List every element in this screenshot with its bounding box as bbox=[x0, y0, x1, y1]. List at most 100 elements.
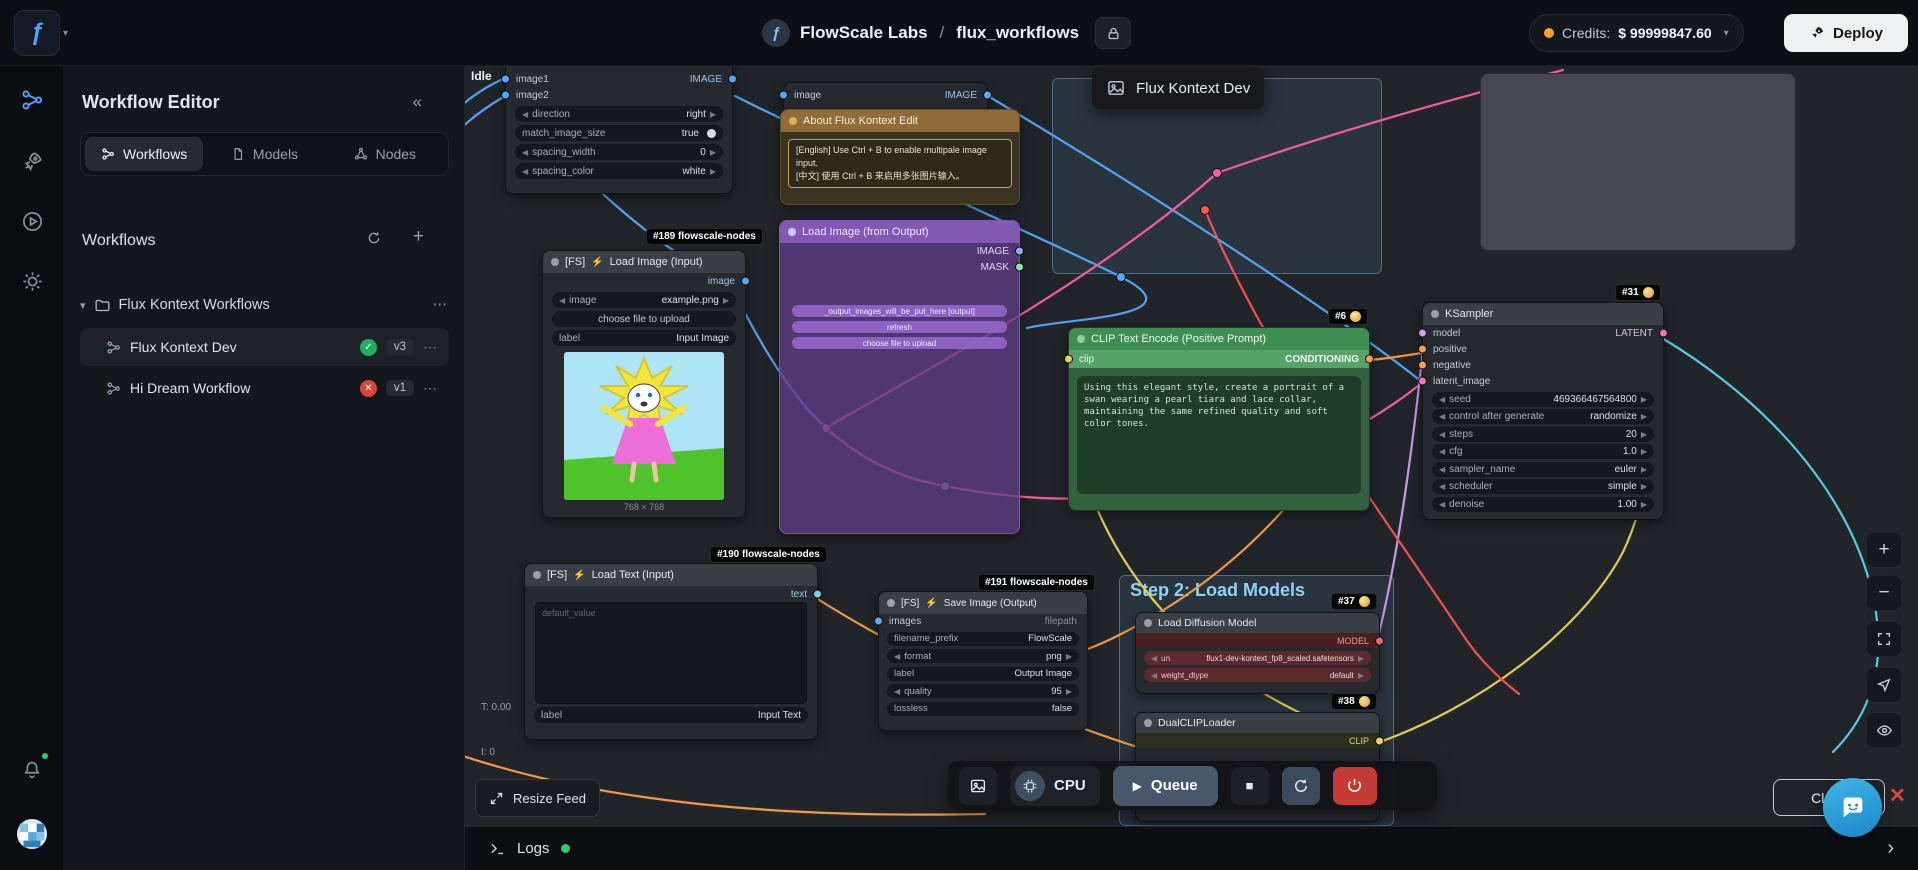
tab-models[interactable]: Models bbox=[205, 137, 323, 171]
port-clip-in[interactable] bbox=[1064, 354, 1073, 364]
tab-nodes[interactable]: Nodes bbox=[326, 137, 444, 171]
reroute-dot[interactable] bbox=[1212, 168, 1222, 178]
port-mask-out[interactable] bbox=[1015, 262, 1024, 272]
widget-sampler_name[interactable]: ◀ sampler_name euler ▶ bbox=[1432, 461, 1654, 477]
port-latent-out[interactable] bbox=[1659, 328, 1668, 338]
port-image-out[interactable] bbox=[728, 74, 737, 84]
credits-menu[interactable]: Credits: $ 99999847.60 ▾ bbox=[1529, 14, 1744, 52]
device-selector[interactable]: CPU bbox=[1010, 765, 1100, 806]
rail-deployments-button[interactable] bbox=[16, 145, 48, 177]
workflow-folder-row[interactable]: ▾ Flux Kontext Workflows ⋯ bbox=[80, 292, 449, 318]
port-negative-in[interactable] bbox=[1418, 360, 1427, 370]
deploy-button[interactable]: Deploy bbox=[1784, 14, 1908, 52]
refresh-workflows-button[interactable] bbox=[366, 230, 382, 251]
widget-image[interactable]: ◀ image example.png ▶ bbox=[552, 292, 736, 308]
resize-feed-button[interactable]: Resize Feed bbox=[475, 779, 600, 817]
port-model-in[interactable] bbox=[1418, 328, 1427, 338]
widget-label[interactable]: label Input Text bbox=[534, 707, 808, 723]
prompt-text[interactable]: Using this elegant style, create a portr… bbox=[1077, 376, 1361, 494]
port-text-out[interactable] bbox=[813, 589, 822, 599]
node-preview-panel[interactable] bbox=[1480, 73, 1796, 251]
workflow-item-hi-dream[interactable]: Hi Dream Workflow ✕ v1 ⋯ bbox=[80, 369, 449, 407]
choose-file-row[interactable]: choose file to upload bbox=[792, 337, 1007, 349]
widget-control-after-generate[interactable]: ◀ control after generate randomize ▶ bbox=[1432, 409, 1654, 424]
port-conditioning-out[interactable] bbox=[1365, 354, 1374, 364]
port-image-out[interactable] bbox=[741, 276, 750, 286]
node-header[interactable]: DualCLIPLoader bbox=[1136, 713, 1379, 733]
notifications-button[interactable] bbox=[16, 752, 49, 786]
reroute-dot[interactable] bbox=[1200, 205, 1210, 215]
widget-lossless[interactable]: lossless false bbox=[887, 701, 1079, 716]
widget-match_image_size[interactable]: match_image_size true bbox=[515, 125, 723, 141]
version-badge[interactable]: v3 bbox=[385, 339, 414, 355]
queue-button[interactable]: ▶ Queue bbox=[1112, 765, 1218, 806]
rail-settings-button[interactable] bbox=[16, 265, 48, 297]
node-header[interactable]: CLIP Text Encode (Positive Prompt) bbox=[1069, 328, 1369, 350]
widget-label[interactable]: label Input Image bbox=[552, 330, 736, 346]
chat-dismiss-icon[interactable]: ✕ bbox=[1889, 783, 1906, 808]
widget-steps[interactable]: ◀ steps 20 ▶ bbox=[1432, 426, 1654, 442]
widget-spacing_width[interactable]: ◀ spacing_width 0 ▶ bbox=[515, 144, 723, 160]
node-fs-load-text[interactable]: [FS] ⚡ Load Text (Input) text default_va… bbox=[524, 563, 822, 740]
port-image2-in[interactable] bbox=[501, 90, 510, 100]
chat-widget-button[interactable] bbox=[1823, 778, 1882, 837]
default-value-textarea[interactable]: default_value bbox=[535, 602, 807, 704]
add-workflow-button[interactable]: + bbox=[413, 226, 424, 248]
node-load-diffusion-model[interactable]: Load Diffusion Model MODEL ◀ un flux1-dev-… bbox=[1135, 612, 1384, 694]
uploaded-image-preview[interactable] bbox=[564, 352, 724, 500]
logs-chevron-right-icon[interactable]: › bbox=[1887, 837, 1894, 860]
port-image-out[interactable] bbox=[1015, 246, 1024, 256]
folder-more-button[interactable]: ⋯ bbox=[433, 297, 450, 313]
auto-queue-button[interactable] bbox=[1281, 766, 1320, 805]
widget-direction[interactable]: ◀ direction right ▶ bbox=[515, 106, 723, 122]
output-images-row[interactable]: _output_images_will_be_put_here [output] bbox=[792, 305, 1007, 317]
rail-workflows-button[interactable] bbox=[16, 84, 48, 116]
fit-view-button[interactable] bbox=[1866, 621, 1902, 657]
widget-button[interactable]: choose file to upload bbox=[552, 311, 736, 327]
select-tool-button[interactable] bbox=[1866, 667, 1902, 703]
user-avatar[interactable] bbox=[16, 818, 48, 850]
port-image-in[interactable] bbox=[779, 90, 788, 100]
widget-filename_prefix[interactable]: filename_prefix FlowScale bbox=[887, 631, 1079, 646]
sidebar-collapse-button[interactable]: « bbox=[413, 92, 422, 112]
power-button[interactable] bbox=[1332, 766, 1377, 805]
node-header[interactable]: Load Image (from Output) bbox=[780, 221, 1019, 243]
gallery-button[interactable] bbox=[959, 766, 997, 805]
zoom-in-button[interactable]: + bbox=[1866, 532, 1902, 568]
workflow-item-flux-kontext-dev[interactable]: Flux Kontext Dev ✓ v3 ⋯ bbox=[80, 328, 449, 366]
node-header[interactable]: [FS] ⚡ Load Text (Input) bbox=[525, 564, 817, 586]
widget-quality[interactable]: ◀ quality 95 ▶ bbox=[887, 684, 1079, 698]
widget-cfg[interactable]: ◀ cfg 1.0 ▶ bbox=[1432, 444, 1654, 459]
node-image-stitch[interactable]: image1 IMAGE image2 ◀ direction right ▶ matc… bbox=[501, 66, 737, 194]
widget-weight_dtype[interactable]: ◀ weight_dtype default ▶ bbox=[1144, 668, 1371, 682]
workflow-canvas[interactable]: Step 2: Load Models image1 IMAGE image2 … bbox=[465, 66, 1918, 826]
node-header[interactable]: [FS] ⚡ Save Image (Output) bbox=[879, 592, 1087, 614]
node-header[interactable]: About Flux Kontext Edit bbox=[781, 110, 1019, 132]
version-badge[interactable]: v1 bbox=[385, 380, 414, 396]
port-image-out[interactable] bbox=[983, 90, 992, 100]
widget-spacing_color[interactable]: ◀ spacing_color white ▶ bbox=[515, 163, 723, 179]
logs-bar[interactable]: Logs › bbox=[465, 826, 1918, 870]
visibility-button[interactable] bbox=[1866, 712, 1902, 748]
port-clip-out[interactable] bbox=[1375, 736, 1384, 745]
port-positive-in[interactable] bbox=[1418, 344, 1427, 354]
node-header[interactable]: [FS] ⚡ Load Image (Input) bbox=[543, 251, 745, 273]
node-about-flux-kontext[interactable]: About Flux Kontext Edit [English] Use Ct… bbox=[780, 109, 1020, 205]
widget-un[interactable]: ◀ un flux1-dev-kontext_fp8_scaled.safetens… bbox=[1144, 651, 1371, 665]
port-image1-in[interactable] bbox=[501, 74, 510, 84]
visibility-lock-button[interactable] bbox=[1095, 17, 1132, 49]
port-latent-image-in[interactable] bbox=[1418, 376, 1427, 386]
widget-scheduler[interactable]: ◀ scheduler simple ▶ bbox=[1432, 479, 1654, 494]
node-fs-load-image[interactable]: [FS] ⚡ Load Image (Input) image ◀ image ex… bbox=[542, 250, 750, 518]
node-header[interactable]: KSampler bbox=[1423, 303, 1663, 325]
node-fs-save-image[interactable]: [FS] ⚡ Save Image (Output) images filepa… bbox=[874, 591, 1088, 731]
workflow-item-more-button[interactable]: ⋯ bbox=[423, 339, 439, 356]
rail-runs-button[interactable] bbox=[16, 205, 48, 237]
node-clip-text-encode[interactable]: CLIP Text Encode (Positive Prompt) clip … bbox=[1064, 327, 1374, 511]
node-load-image-from-output[interactable]: Load Image (from Output) IMAGE MASK _out… bbox=[779, 220, 1024, 534]
workspace-logo-button[interactable]: ƒ bbox=[14, 10, 60, 56]
stop-button[interactable]: ■ bbox=[1230, 766, 1269, 805]
refresh-row[interactable]: refresh bbox=[792, 321, 1007, 333]
reroute-dot[interactable] bbox=[1116, 272, 1126, 282]
widget-denoise[interactable]: ◀ denoise 1.00 ▶ bbox=[1432, 496, 1654, 512]
